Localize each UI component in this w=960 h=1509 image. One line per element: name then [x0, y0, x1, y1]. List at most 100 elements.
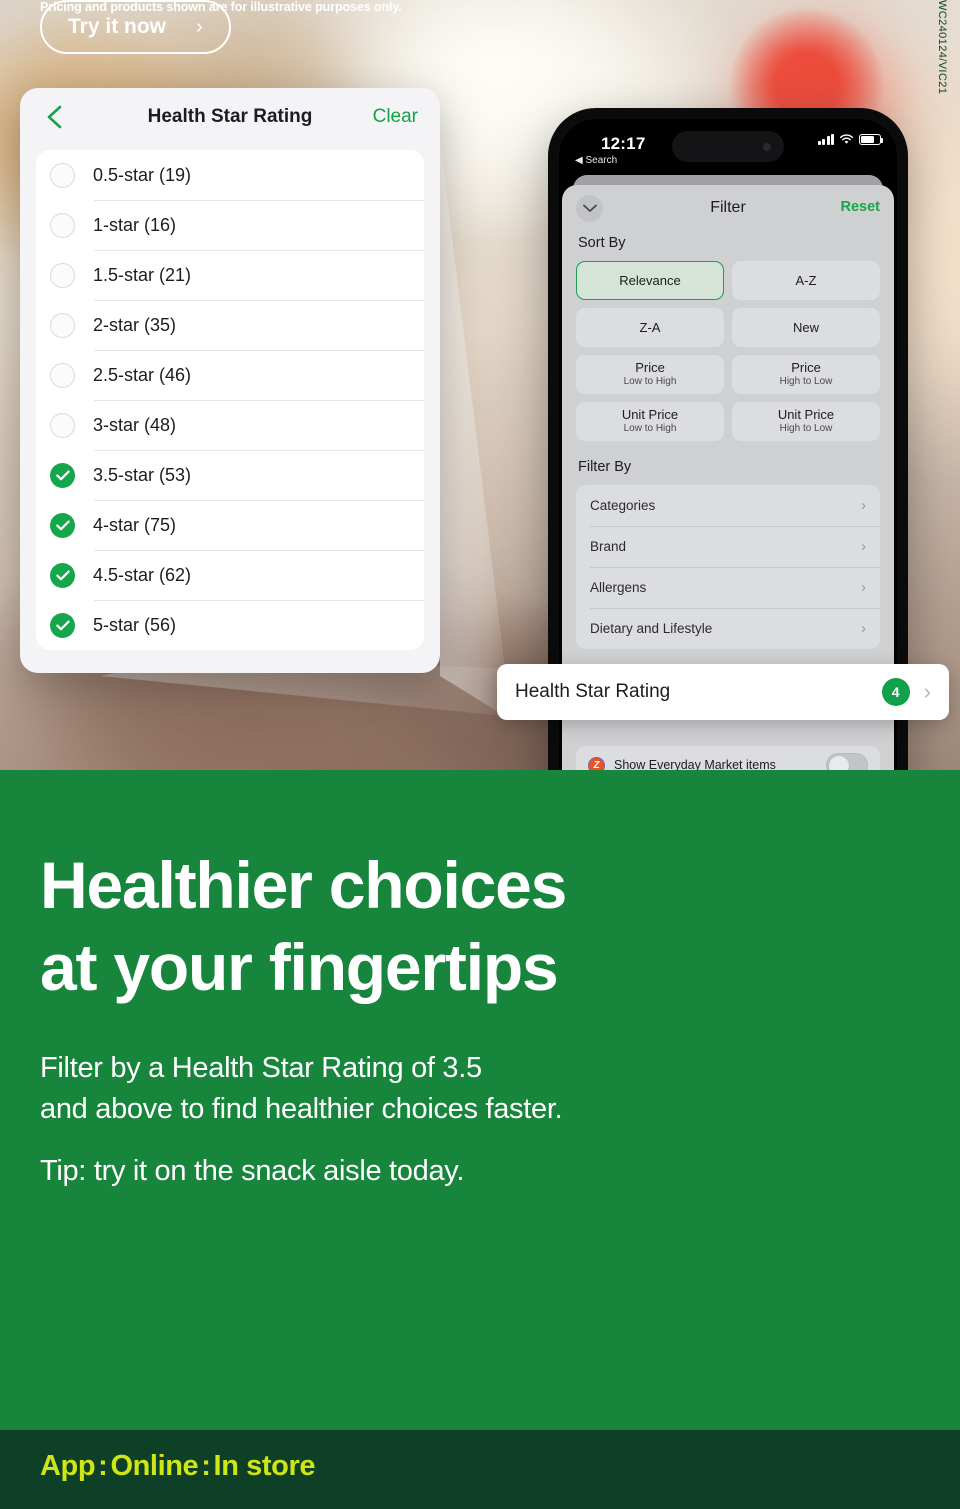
headline-line-2: at your fingertips — [40, 929, 559, 1004]
campaign-code: WC240124/VIC21 — [936, 0, 948, 95]
body-line-2: and above to find healthier choices fast… — [40, 1092, 563, 1125]
health-star-rating-filter-row[interactable]: Health Star Rating 4 › — [497, 664, 949, 720]
checkbox-unchecked-icon[interactable] — [50, 412, 75, 438]
filter-row-dietary-lifestyle[interactable]: Dietary and Lifestyle › — [576, 608, 880, 649]
filter-row-allergens[interactable]: Allergens › — [576, 567, 880, 608]
checkbox-checked-icon[interactable] — [50, 462, 75, 488]
filter-sheet-header: Filter Reset — [562, 185, 894, 233]
sort-option-a-z[interactable]: A-Z — [732, 261, 880, 300]
rating-option-label: 1-star (16) — [93, 214, 177, 235]
rating-option-label: 5-star (56) — [93, 614, 177, 635]
reset-button[interactable]: Reset — [841, 199, 881, 215]
checkbox-checked-icon[interactable] — [50, 562, 75, 588]
panel-header: Health Star Rating Clear — [20, 88, 440, 146]
rating-option-label: 4-star (75) — [93, 514, 177, 535]
sort-option-subtitle: High to Low — [779, 422, 833, 434]
channel-footer: App: Online: In store — [0, 1430, 960, 1509]
rating-option-row[interactable]: 5-star (56) — [36, 600, 424, 650]
checkbox-unchecked-icon[interactable] — [50, 312, 75, 338]
rating-option-row[interactable]: 4-star (75) — [36, 500, 424, 550]
chevron-right-icon: › — [196, 15, 203, 38]
sort-by-label: Sort By — [578, 235, 626, 251]
sort-option-subtitle: High to Low — [779, 375, 833, 387]
filter-row-label: Allergens — [590, 580, 647, 595]
back-to-search-link[interactable]: ◀ Search — [575, 155, 617, 166]
sort-option-relevance[interactable]: Relevance — [576, 261, 724, 300]
sort-option-subtitle: Low to High — [623, 422, 677, 434]
front-camera-icon — [763, 142, 771, 151]
sort-option-title: Unit Price — [621, 406, 679, 422]
rating-option-row[interactable]: 1-star (16) — [36, 200, 424, 250]
rating-option-label: 3-star (48) — [93, 414, 177, 435]
channel-app: App — [40, 1450, 96, 1482]
sort-option-z-a[interactable]: Z-A — [576, 308, 724, 347]
sort-option-title: Unit Price — [777, 406, 835, 422]
promo-green-panel: Healthier choices at your fingertips Fil… — [0, 770, 960, 1430]
sort-option-subtitle: Low to High — [623, 375, 677, 387]
sort-option-title: Z-A — [639, 319, 661, 335]
status-bar: 12:17 ◀ Search — [559, 119, 897, 181]
filter-row-label: Dietary and Lifestyle — [590, 621, 713, 636]
chevron-right-icon: › — [861, 620, 866, 637]
filter-row-label: Categories — [590, 498, 656, 513]
sort-option-title: Price — [791, 359, 821, 375]
filter-by-label: Filter By — [578, 459, 632, 475]
chevron-right-icon: › — [861, 497, 866, 514]
clear-button[interactable]: Clear — [373, 106, 418, 128]
channel-list: App: Online: In store — [40, 1450, 315, 1483]
sort-option-unit-price-high-low[interactable]: Unit Price High to Low — [732, 402, 880, 441]
rating-options-list: 0.5-star (19) 1-star (16) 1.5-star (21) … — [36, 150, 424, 650]
page-title: Healthier choices at your fingertips — [40, 845, 567, 1009]
filter-row-label: Brand — [590, 539, 627, 554]
cta-label: Try it now — [68, 15, 167, 38]
channel-in-store: In store — [213, 1450, 316, 1482]
chevron-right-icon: › — [861, 538, 866, 555]
cellular-bars-icon — [817, 134, 834, 145]
chevron-right-icon: › — [923, 679, 931, 704]
rating-option-row[interactable]: 3-star (48) — [36, 400, 424, 450]
battery-icon — [859, 134, 884, 145]
checkbox-checked-icon[interactable] — [50, 512, 75, 538]
rating-option-label: 2-star (35) — [93, 314, 177, 335]
sort-option-price-low-high[interactable]: Price Low to High — [576, 355, 724, 394]
status-time: 12:17 — [601, 134, 646, 153]
rating-option-row[interactable]: 4.5-star (62) — [36, 550, 424, 600]
sort-option-title: Relevance — [619, 272, 681, 288]
rating-option-row[interactable]: 2.5-star (46) — [36, 350, 424, 400]
checkbox-unchecked-icon[interactable] — [50, 212, 75, 238]
rating-option-row[interactable]: 0.5-star (19) — [36, 150, 424, 200]
promo-body-copy: Filter by a Health Star Rating of 3.5 an… — [40, 1048, 563, 1192]
sort-options-grid: Relevance A-Z Z-A New Price Low to High — [562, 261, 894, 441]
dynamic-island — [672, 131, 784, 162]
chevron-right-icon: › — [861, 579, 866, 596]
headline-line-1: Healthier choices — [40, 848, 567, 922]
filter-row-brand[interactable]: Brand › — [576, 526, 880, 567]
back-to-search-label: Search — [585, 155, 618, 166]
rating-option-row[interactable]: 2-star (35) — [36, 300, 424, 350]
sort-option-title: A-Z — [795, 272, 817, 288]
rating-option-label: 3.5-star (53) — [93, 464, 192, 485]
filter-row-categories[interactable]: Categories › — [576, 485, 880, 526]
sort-option-price-high-low[interactable]: Price High to Low — [732, 355, 880, 394]
rating-option-label: 1.5-star (21) — [93, 264, 192, 285]
selected-count-badge: 4 — [881, 678, 910, 706]
checkbox-unchecked-icon[interactable] — [50, 262, 75, 288]
channel-separator: : — [201, 1450, 211, 1482]
checkbox-checked-icon[interactable] — [50, 612, 75, 638]
wifi-icon — [839, 134, 854, 144]
rating-option-row[interactable]: 1.5-star (21) — [36, 250, 424, 300]
sort-option-unit-price-low-high[interactable]: Unit Price Low to High — [576, 402, 724, 441]
health-star-rating-panel: Health Star Rating Clear 0.5-star (19) 1… — [20, 88, 440, 673]
sort-option-title: Price — [635, 359, 665, 375]
rating-option-label: 2.5-star (46) — [93, 364, 192, 385]
checkbox-unchecked-icon[interactable] — [50, 162, 75, 188]
status-indicators — [817, 134, 884, 145]
rating-option-label: 4.5-star (62) — [93, 564, 192, 585]
promo-banner: 12:17 ◀ Search Filter Reset Sort By Rele… — [0, 0, 960, 1509]
rating-option-row[interactable]: 3.5-star (53) — [36, 450, 424, 500]
sort-option-new[interactable]: New — [732, 308, 880, 347]
filter-category-list: Categories › Brand › Allergens › Dietary… — [576, 485, 880, 649]
rating-option-label: 0.5-star (19) — [93, 164, 192, 185]
checkbox-unchecked-icon[interactable] — [50, 362, 75, 388]
channel-online: Online — [110, 1450, 199, 1482]
